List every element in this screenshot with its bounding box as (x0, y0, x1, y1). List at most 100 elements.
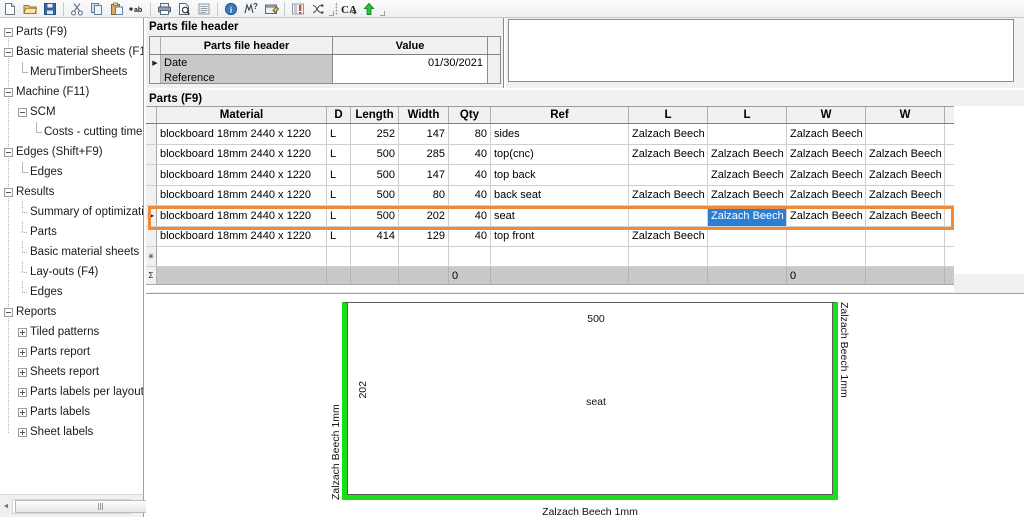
print-preview-icon[interactable] (174, 0, 194, 17)
cell-l1[interactable]: Zalzach Beech 1mm (629, 124, 708, 144)
cell-d[interactable]: L (327, 185, 351, 205)
table-row[interactable]: blockboard 18mm 2440 x 1220 L 500 147 40 top … (146, 165, 954, 186)
cell-material[interactable]: blockboard 18mm 2440 x 1220 (157, 206, 327, 226)
cell-qty[interactable]: 40 (449, 185, 491, 205)
sidebar-item-parts[interactable]: Parts (0, 220, 143, 242)
sidebar-item-merutimbersheets[interactable]: MeruTimberSheets (0, 61, 143, 82)
column-header-qty[interactable]: Qty (449, 107, 491, 123)
cell-ref[interactable]: top front (491, 226, 629, 246)
header-grid-row[interactable]: ▶ Date 01/30/2021 (150, 55, 500, 70)
copy-icon[interactable] (87, 0, 107, 17)
expander-plus-icon[interactable] (18, 427, 27, 437)
sidebar-item-edges-shift-f9[interactable]: Edges (Shift+F9) (0, 142, 143, 162)
column-header-l1[interactable]: L (629, 107, 708, 123)
sidebar-item-parts-f9[interactable]: Parts (F9) (0, 22, 143, 42)
cut-icon[interactable] (67, 0, 87, 17)
column-header-l2[interactable]: L (708, 107, 787, 123)
cell-l1[interactable] (629, 206, 708, 226)
cell-material[interactable]: blockboard 18mm 2440 x 1220 (157, 124, 327, 144)
new-cell-ref[interactable] (491, 247, 629, 266)
parts-grid[interactable]: Material D Length Width Qty Ref L L W W blockboar… (146, 106, 954, 292)
expander-minus-icon[interactable] (4, 307, 13, 317)
sidebar-item-parts-labels-per-layout[interactable]: Parts labels per layout (0, 382, 143, 402)
expander-minus-icon[interactable] (18, 107, 27, 117)
cell-length[interactable]: 500 (351, 185, 399, 205)
find-ca-icon[interactable]: CA (339, 0, 359, 17)
expander-minus-icon[interactable] (4, 27, 13, 37)
cell-material[interactable]: blockboard 18mm 2440 x 1220 (157, 185, 327, 205)
cell-w1[interactable]: Zalzach Beech 1mm (787, 165, 866, 185)
cell-w2[interactable]: Zalzach Beech 1mm (866, 185, 945, 205)
new-record-row[interactable]: ✳ (146, 247, 954, 267)
column-header-length[interactable]: Length (351, 107, 399, 123)
cell-l1[interactable]: Zalzach Beech 1mm (629, 144, 708, 164)
cell-qty[interactable]: 40 (449, 144, 491, 164)
properties-icon[interactable] (261, 0, 281, 17)
table-row[interactable]: blockboard 18mm 2440 x 1220 L 500 285 40 top(… (146, 144, 954, 165)
column-header-ref[interactable]: Ref (491, 107, 629, 123)
header-field-value[interactable] (333, 70, 488, 83)
column-header-d[interactable]: D (327, 107, 351, 123)
sidebar-item-costs-cutting-times[interactable]: Costs - cutting times (0, 121, 143, 142)
cell-w1[interactable]: Zalzach Beech 1mm (787, 144, 866, 164)
row-indicator[interactable] (146, 226, 157, 246)
cell-d[interactable]: L (327, 165, 351, 185)
sidebar-item-edges[interactable]: Edges (0, 280, 143, 302)
cell-l1[interactable] (629, 165, 708, 185)
table-row[interactable]: ▶ blockboard 18mm 2440 x 1220 L 500 202 40 sea… (146, 206, 954, 227)
row-indicator[interactable] (146, 124, 157, 144)
cell-w2[interactable]: Zalzach Beech 1mm (866, 144, 945, 164)
expander-plus-icon[interactable] (18, 347, 27, 357)
expander-minus-icon[interactable] (4, 87, 13, 97)
cell-l1[interactable]: Zalzach Beech 1mm (629, 226, 708, 246)
cell-width[interactable]: 202 (399, 206, 449, 226)
cell-width[interactable]: 80 (399, 185, 449, 205)
cell-ref[interactable]: sides (491, 124, 629, 144)
cell-qty[interactable]: 40 (449, 206, 491, 226)
column-header-w1[interactable]: W (787, 107, 866, 123)
cell-w1[interactable]: Zalzach Beech 1mm (787, 206, 866, 226)
sidebar-item-machine-f11[interactable]: Machine (F11) (0, 82, 143, 102)
cell-material[interactable]: blockboard 18mm 2440 x 1220 (157, 144, 327, 164)
new-cell-d[interactable] (327, 247, 351, 266)
cell-length[interactable]: 500 (351, 206, 399, 226)
cell-length[interactable]: 500 (351, 144, 399, 164)
new-cell-w1[interactable] (787, 247, 866, 266)
sidebar-item-parts-labels[interactable]: Parts labels (0, 402, 143, 422)
abc-label-icon[interactable]: ab (127, 0, 147, 17)
row-indicator[interactable] (146, 165, 157, 185)
row-indicator[interactable] (150, 70, 161, 83)
cell-d[interactable]: L (327, 124, 351, 144)
cell-w2[interactable] (866, 124, 945, 144)
cell-width[interactable]: 147 (399, 165, 449, 185)
cell-d[interactable]: L (327, 226, 351, 246)
cell-w2[interactable]: Zalzach Beech 1mm (866, 165, 945, 185)
header-field-name[interactable]: Reference (161, 70, 333, 83)
cell-material[interactable]: blockboard 18mm 2440 x 1220 (157, 165, 327, 185)
new-cell-qty[interactable] (449, 247, 491, 266)
new-cell-material[interactable] (157, 247, 327, 266)
sidebar-item-sheets-report[interactable]: Sheets report (0, 362, 143, 382)
cell-width[interactable]: 285 (399, 144, 449, 164)
expander-plus-icon[interactable] (18, 407, 27, 417)
cell-w2[interactable]: Zalzach Beech 1mm (866, 206, 945, 226)
parts-file-header-grid[interactable]: Parts file header Value ▶ Date 01/30/2021 R… (149, 36, 501, 84)
table-row[interactable]: blockboard 18mm 2440 x 1220 L 414 129 40 top … (146, 226, 954, 247)
table-row[interactable]: blockboard 18mm 2440 x 1220 L 252 147 80 side… (146, 124, 954, 145)
expander-minus-icon[interactable] (4, 187, 13, 197)
new-record-indicator[interactable]: ✳ (146, 247, 157, 266)
cell-ref[interactable]: seat (491, 206, 629, 226)
optimize-icon[interactable] (308, 0, 328, 17)
sidebar-item-lay-outs-f4[interactable]: Lay-outs (F4) (0, 260, 143, 282)
cell-width[interactable]: 129 (399, 226, 449, 246)
new-file-icon[interactable] (0, 0, 20, 17)
column-header-value[interactable]: Value (333, 37, 488, 54)
expander-plus-icon[interactable] (18, 387, 27, 397)
sidebar-item-scm[interactable]: SCM (0, 102, 143, 122)
cell-qty[interactable]: 80 (449, 124, 491, 144)
scroll-left-arrow[interactable]: ◄ (0, 498, 12, 514)
sidebar-item-tiled-patterns[interactable]: Tiled patterns (0, 322, 143, 342)
header-field-value[interactable]: 01/30/2021 (333, 55, 488, 70)
paste-icon[interactable] (107, 0, 127, 17)
cell-l2[interactable]: Zalzach Beech 1mm (708, 206, 787, 226)
